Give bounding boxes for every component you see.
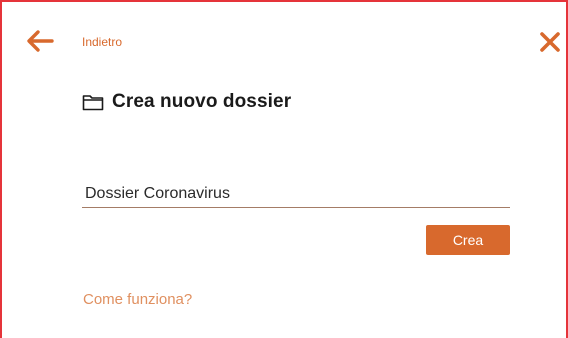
create-button[interactable]: Crea xyxy=(426,225,510,255)
back-link[interactable]: Indietro xyxy=(82,35,122,49)
dossier-panel: Indietro Crea nuovo dossier Crea Come fu… xyxy=(0,0,568,338)
close-icon[interactable] xyxy=(538,30,562,54)
help-link[interactable]: Come funziona? xyxy=(83,291,192,308)
dialog-header: Crea nuovo dossier xyxy=(82,91,291,113)
back-arrow-icon[interactable] xyxy=(24,28,58,54)
page-title: Crea nuovo dossier xyxy=(112,91,292,112)
dossier-name-input[interactable] xyxy=(82,180,510,208)
folder-icon xyxy=(82,93,104,111)
